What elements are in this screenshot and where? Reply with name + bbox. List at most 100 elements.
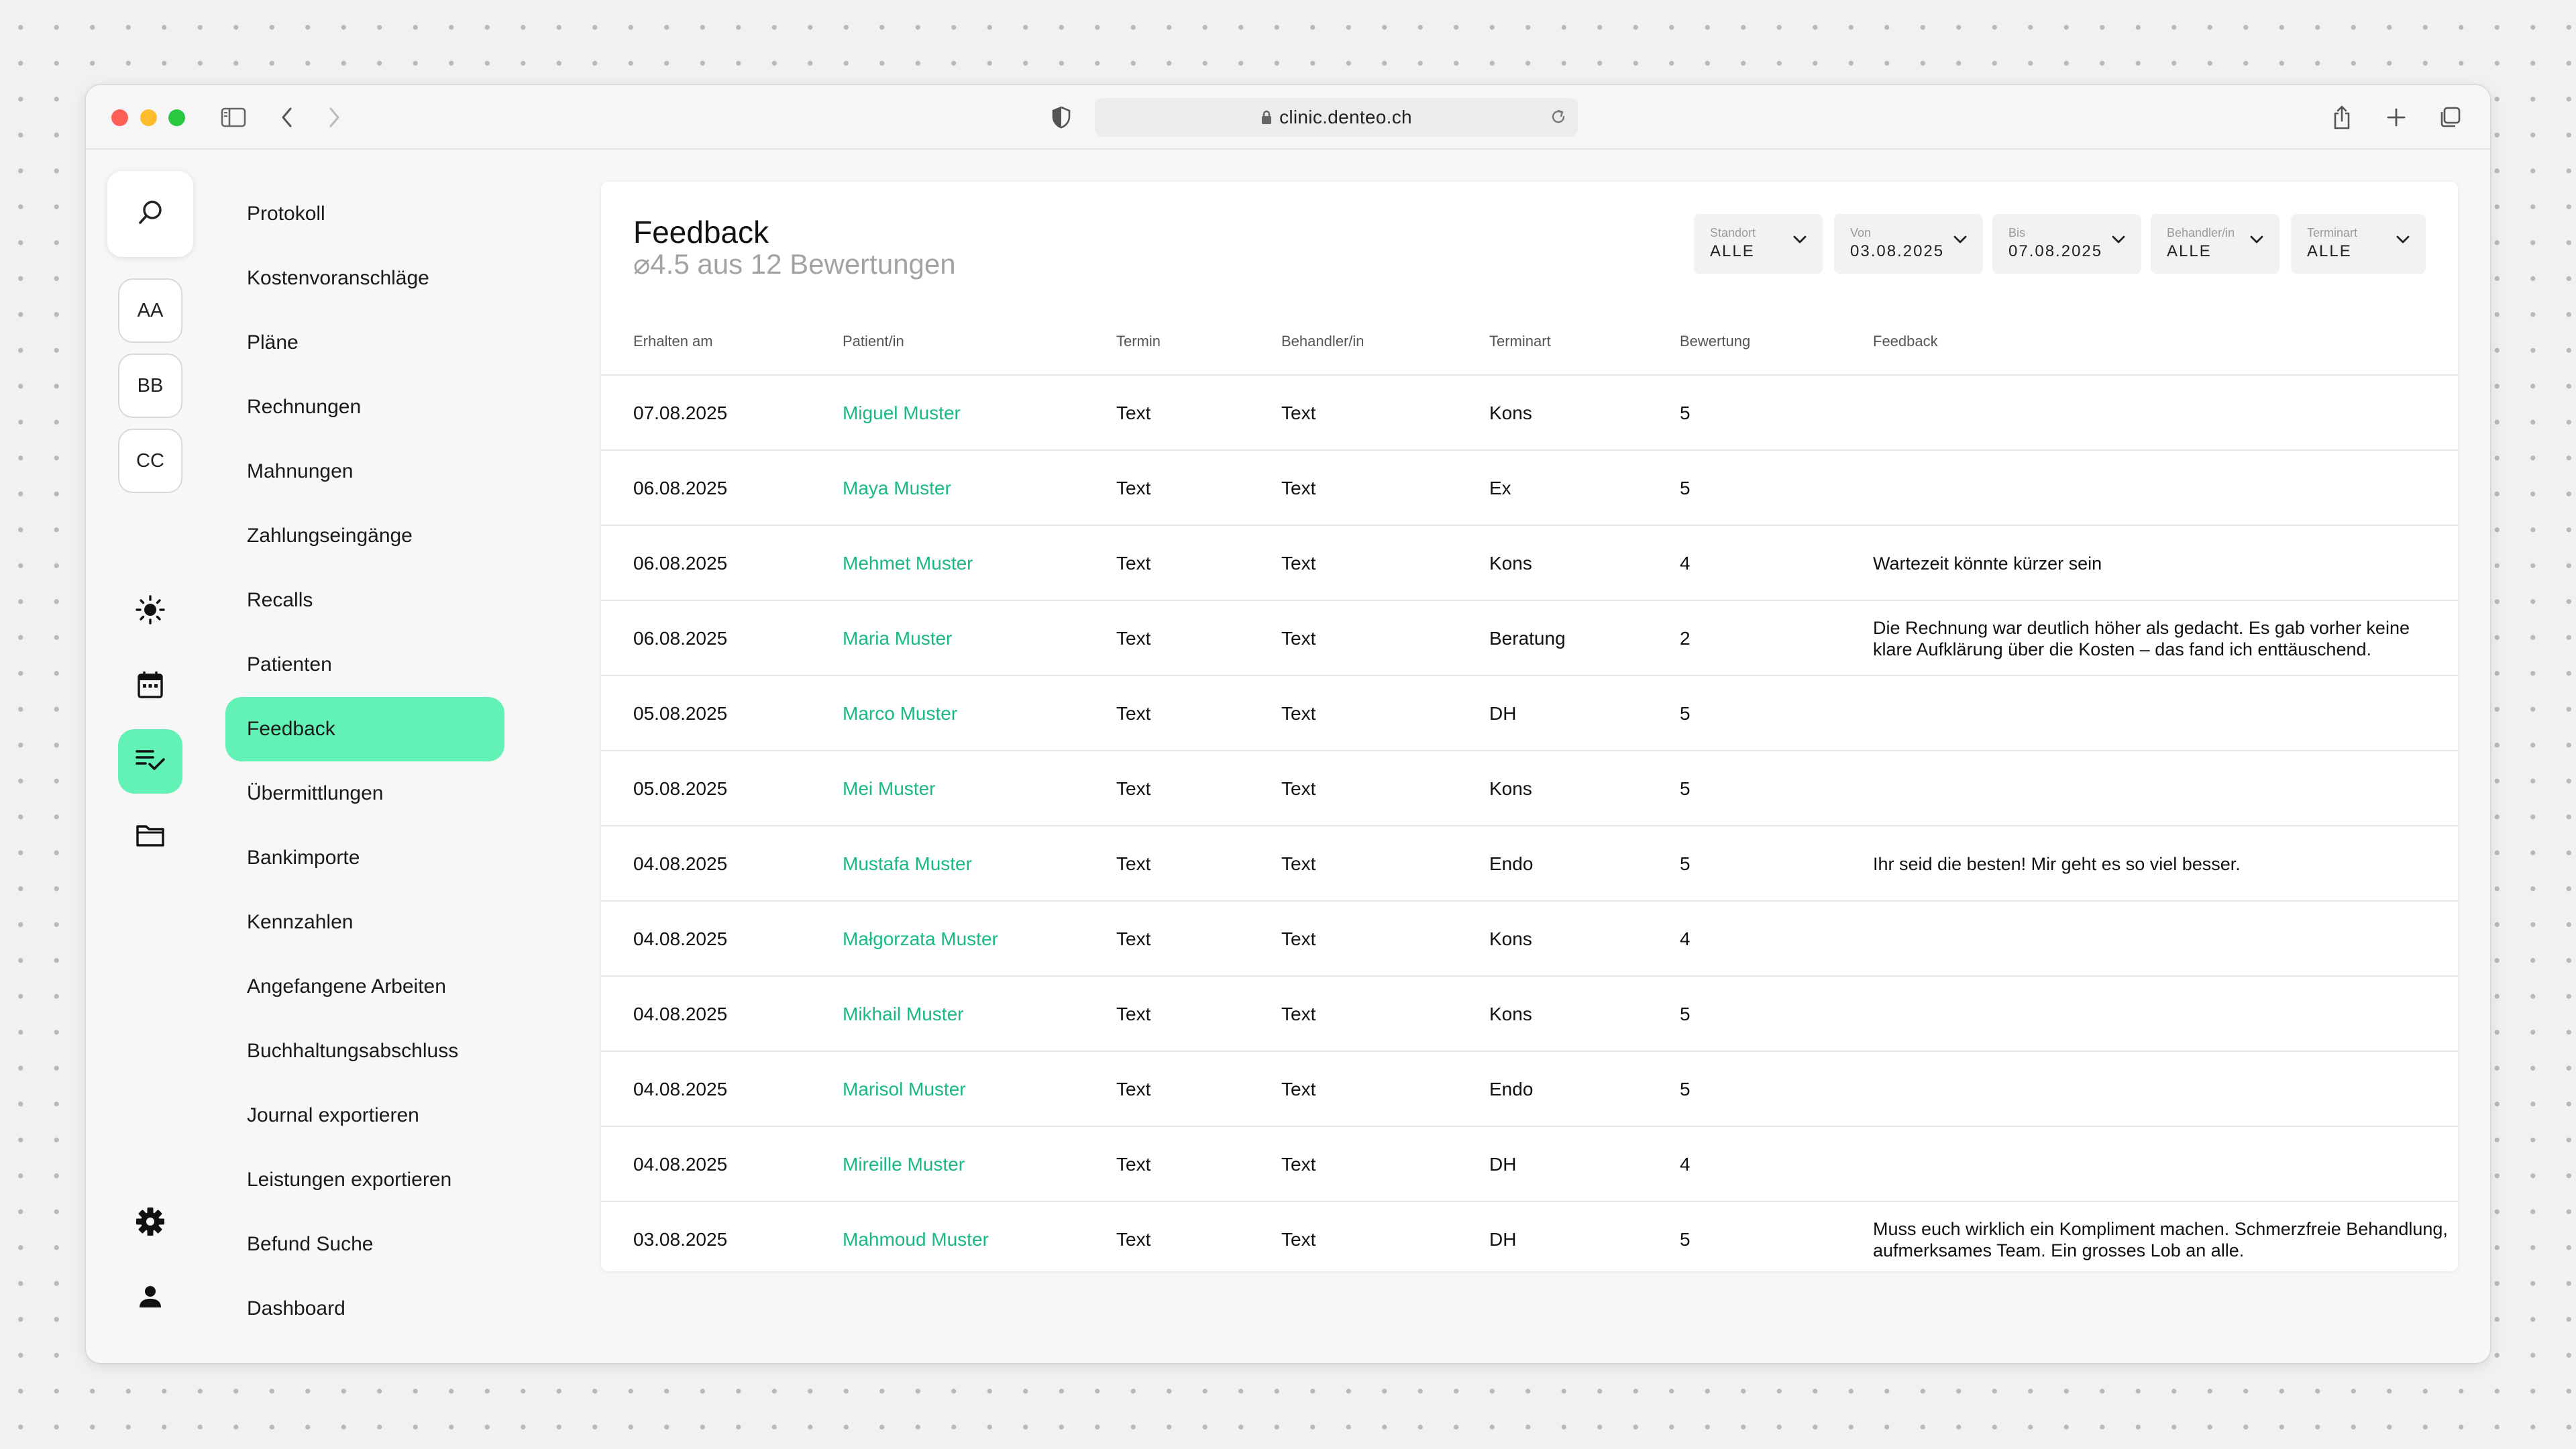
patient-name-link[interactable]: Mahmoud Muster (843, 1202, 989, 1277)
new-tab-plus-icon[interactable] (2380, 101, 2412, 133)
nav-item-patienten[interactable]: Patienten (225, 633, 504, 697)
table-row[interactable]: 06.08.2025 Maria Muster Text Text Beratung 2 D… (601, 600, 2458, 675)
share-icon[interactable] (2326, 101, 2358, 133)
files-button[interactable] (118, 804, 182, 869)
window-minimize-button[interactable] (140, 109, 157, 126)
feedback-text-cell: Die Rechnung war deutlich höher als geda… (1873, 618, 2410, 659)
filter-label: Behandler/in (2167, 226, 2235, 239)
table-row[interactable]: 04.08.2025 Małgorzata Muster Text Text Kons 4 (601, 900, 2458, 975)
nav-item-buchhaltungsabschluss[interactable]: Buchhaltungsabschluss (225, 1019, 504, 1083)
terminart-cell: Endo (1489, 1079, 1534, 1099)
column-header-erhalten-am[interactable]: Erhalten am (633, 333, 713, 350)
patient-name-link[interactable]: Mustafa Muster (843, 826, 972, 902)
tab-overview-icon[interactable] (2434, 101, 2466, 133)
table-row[interactable]: 06.08.2025 Maya Muster Text Text Ex 5 (601, 449, 2458, 525)
received-date-cell: 04.08.2025 (633, 1004, 728, 1024)
patient-name-link[interactable]: Maria Muster (843, 601, 952, 676)
table-row[interactable]: 05.08.2025 Mei Muster Text Text Kons 5 (601, 750, 2458, 825)
chevron-down-icon (2395, 234, 2411, 248)
received-date-cell: 04.08.2025 (633, 1079, 728, 1099)
table-row[interactable]: 06.08.2025 Mehmet Muster Text Text Kons 4 Wart… (601, 525, 2458, 600)
search-button[interactable] (107, 171, 193, 257)
avatar-aa[interactable]: AA (118, 278, 182, 343)
table-row[interactable]: 07.08.2025 Miguel Muster Text Text Kons 5 (601, 374, 2458, 449)
address-bar[interactable]: clinic.denteo.ch (1095, 98, 1578, 137)
terminart-cell: Kons (1489, 402, 1532, 423)
column-header-feedback[interactable]: Feedback (1873, 333, 1938, 350)
reload-icon[interactable] (1550, 108, 1567, 130)
filter-von[interactable]: Von 03.08.2025 (1834, 214, 1983, 274)
column-header-bewertung[interactable]: Bewertung (1680, 333, 1750, 350)
behandler-cell: Text (1281, 1004, 1316, 1024)
feedback-text-cell (1873, 1127, 2450, 1202)
filter-behandler[interactable]: Behandler/in ALLE (2151, 214, 2279, 274)
nav-item-recalls[interactable]: Recalls (225, 568, 504, 633)
patient-name-link[interactable]: Marisol Muster (843, 1052, 966, 1127)
nav-item-journal-exportieren[interactable]: Journal exportieren (225, 1083, 504, 1148)
forward-chevron-icon[interactable] (318, 101, 350, 133)
avatar-bb[interactable]: BB (118, 354, 182, 418)
patient-name-link[interactable]: Miguel Muster (843, 376, 961, 451)
filter-terminart[interactable]: Terminart ALLE (2291, 214, 2426, 274)
theme-toggle-button[interactable] (118, 579, 182, 643)
feedback-text-cell (1873, 376, 2450, 451)
nav-item-kennzahlen[interactable]: Kennzahlen (225, 890, 504, 955)
rating-cell: 5 (1680, 853, 1690, 874)
settings-button[interactable] (118, 1191, 182, 1255)
patient-name-link[interactable]: Mehmet Muster (843, 526, 973, 601)
sidebar-toggle-icon[interactable] (217, 101, 250, 133)
table-row[interactable]: 04.08.2025 Mikhail Muster Text Text Kons 5 (601, 975, 2458, 1051)
profile-button[interactable] (118, 1266, 182, 1330)
nav-item-protokoll[interactable]: Protokoll (225, 182, 504, 246)
column-header-behandler[interactable]: Behandler/in (1281, 333, 1364, 350)
nav-item-feedback[interactable]: Feedback (225, 697, 504, 761)
patient-name-link[interactable]: Mei Muster (843, 751, 935, 826)
rating-cell: 4 (1680, 1154, 1690, 1175)
filter-label: Standort (1710, 226, 1756, 239)
lock-icon (1260, 109, 1273, 125)
nav-item-befund-suche[interactable]: Befund Suche (225, 1212, 504, 1277)
patient-name-link[interactable]: Marco Muster (843, 676, 957, 751)
nav-item-rechnungen[interactable]: Rechnungen (225, 375, 504, 439)
patient-name-link[interactable]: Mireille Muster (843, 1127, 965, 1202)
rating-cell: 5 (1680, 778, 1690, 799)
feedback-rail-button[interactable] (118, 729, 182, 794)
privacy-shield-icon[interactable] (1045, 101, 1077, 133)
back-chevron-icon[interactable] (271, 101, 303, 133)
table-row[interactable]: 03.08.2025 Mahmoud Muster Text Text DH 5 Muss … (601, 1201, 2458, 1276)
termin-cell: Text (1116, 1154, 1151, 1175)
table-row[interactable]: 04.08.2025 Marisol Muster Text Text Endo 5 (601, 1051, 2458, 1126)
patient-name-link[interactable]: Mikhail Muster (843, 977, 963, 1052)
window-close-button[interactable] (111, 109, 128, 126)
behandler-cell: Text (1281, 1229, 1316, 1250)
rating-cell: 4 (1680, 928, 1690, 949)
nav-item-mahnungen[interactable]: Mahnungen (225, 439, 504, 504)
feedback-text-cell (1873, 751, 2450, 826)
filter-label: Von (1850, 226, 1872, 239)
nav-item-leistungen-exportieren[interactable]: Leistungen exportieren (225, 1148, 504, 1212)
patient-name-link[interactable]: Maya Muster (843, 451, 951, 526)
window-maximize-button[interactable] (168, 109, 185, 126)
page-title: Feedback (633, 215, 769, 250)
nav-item-dashboard[interactable]: Dashboard (225, 1277, 504, 1341)
column-header-terminart[interactable]: Terminart (1489, 333, 1551, 350)
filter-standort[interactable]: Standort ALLE (1694, 214, 1823, 274)
nav-item-kostenvoranschlaege[interactable]: Kostenvoranschläge (225, 246, 504, 311)
avatar-cc[interactable]: CC (118, 429, 182, 493)
nav-item-uebermittlungen[interactable]: Übermittlungen (225, 761, 504, 826)
nav-item-plaene[interactable]: Pläne (225, 311, 504, 375)
nav-item-zahlungseingaenge[interactable]: Zahlungseingänge (225, 504, 504, 568)
table-row[interactable]: 04.08.2025 Mustafa Muster Text Text Endo 5 Ihr… (601, 825, 2458, 900)
table-row[interactable]: 04.08.2025 Mireille Muster Text Text DH 4 (601, 1126, 2458, 1201)
nav-item-bankimporte[interactable]: Bankimporte (225, 826, 504, 890)
filter-bis[interactable]: Bis 07.08.2025 (1992, 214, 2141, 274)
table-row[interactable]: 05.08.2025 Marco Muster Text Text DH 5 (601, 675, 2458, 750)
url-text: clinic.denteo.ch (1279, 107, 1412, 127)
filter-value: 03.08.2025 (1850, 242, 1945, 260)
received-date-cell: 07.08.2025 (633, 402, 728, 423)
nav-item-angefangene-arbeiten[interactable]: Angefangene Arbeiten (225, 955, 504, 1019)
calendar-button[interactable] (118, 654, 182, 718)
column-header-termin[interactable]: Termin (1116, 333, 1161, 350)
column-header-patient[interactable]: Patient/in (843, 333, 904, 350)
patient-name-link[interactable]: Małgorzata Muster (843, 902, 998, 977)
